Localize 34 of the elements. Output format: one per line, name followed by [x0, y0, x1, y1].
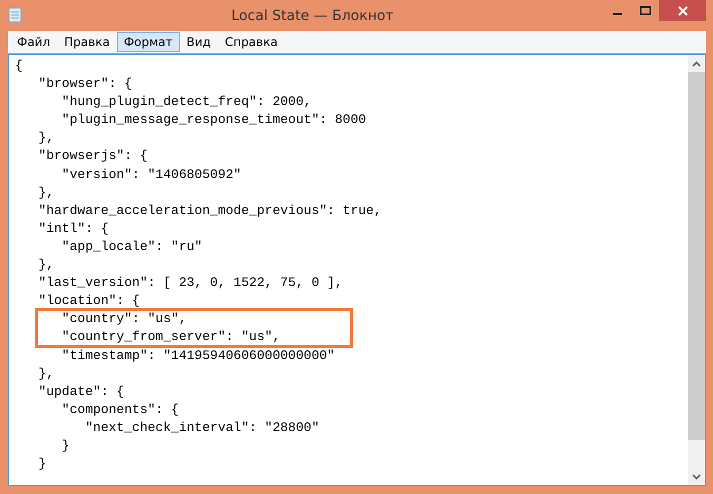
menu-item[interactable]: Справка — [218, 32, 285, 52]
close-button[interactable] — [659, 0, 706, 21]
code-line: "location": { — [37, 292, 140, 310]
code-line: }, — [37, 129, 54, 148]
code-line: "update": { — [37, 382, 124, 401]
notepad-icon — [8, 7, 22, 23]
code-line: "hung_plugin_detect_freq": 2000, — [60, 93, 312, 112]
code-line: "next_check_interval": "28800" — [84, 418, 320, 437]
code-line: "browser": { — [37, 75, 132, 94]
code-line: } — [60, 436, 70, 455]
code-line: "version": "1406805092" — [60, 166, 242, 184]
code-line: }, — [37, 184, 54, 202]
close-icon — [678, 6, 688, 16]
code-line: }, — [37, 256, 54, 274]
window-title: Local State — Блокнот — [230, 7, 395, 26]
menu-item[interactable]: Файл — [10, 32, 58, 52]
menu-item[interactable]: Правка — [57, 32, 117, 52]
code-line: "app_locale": "ru" — [60, 238, 202, 256]
code-line: "country": "us", — [60, 310, 187, 328]
code-line: "hardware_acceleration_mode_previous": true, — [37, 202, 382, 220]
code-line: "country_from_server": "us", — [60, 328, 280, 346]
code-line: "browserjs": { — [37, 147, 148, 166]
code-line: } — [37, 455, 46, 474]
code-line: }, — [37, 364, 54, 383]
menu-item[interactable]: Вид — [180, 32, 218, 52]
code-line: "last_version": [ 23, 0, 1522, 75, 0 ], — [37, 274, 343, 292]
code-line: { — [15, 57, 23, 75]
menu-item[interactable]: Формат — [116, 32, 180, 52]
code-line: "plugin_message_response_timeout": 8000 — [60, 111, 366, 130]
maximize-icon — [640, 6, 650, 15]
minimize-icon — [612, 12, 622, 14]
code-line: "intl": { — [37, 220, 109, 238]
code-line: "timestamp": "14195940606000000000" — [60, 346, 335, 364]
code-line: "components": { — [60, 400, 179, 419]
